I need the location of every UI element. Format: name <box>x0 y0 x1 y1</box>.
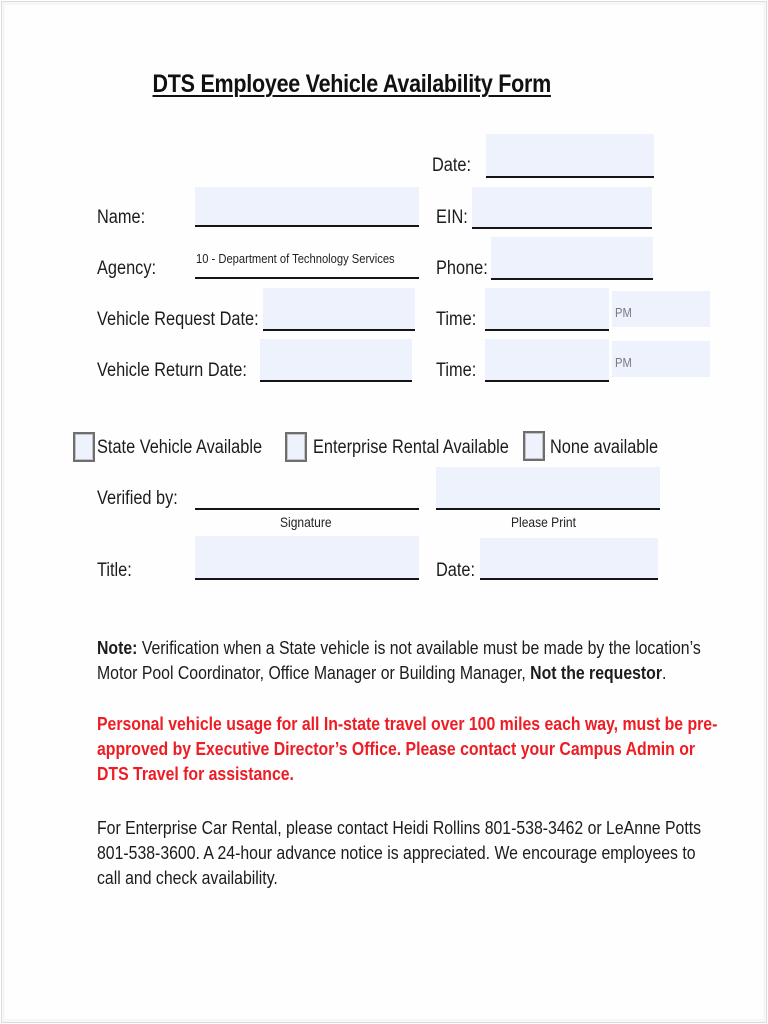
return-date-label: Vehicle Return Date: <box>97 360 247 381</box>
verify-date-label: Date: <box>436 560 476 581</box>
ein-label: EIN: <box>436 207 468 228</box>
verified-by-label: Verified by: <box>97 488 178 509</box>
return-time-field[interactable] <box>485 339 609 380</box>
date-label: Date: <box>432 155 472 176</box>
phone-field[interactable] <box>491 237 653 278</box>
form-title: DTS Employee Vehicle Availability Form <box>152 70 552 98</box>
verify-date-field[interactable] <box>480 538 658 578</box>
state-vehicle-checkbox[interactable] <box>73 432 95 462</box>
name-label: Name: <box>97 207 146 228</box>
request-time-underline <box>485 329 609 331</box>
return-time-label: Time: <box>436 360 477 381</box>
name-field[interactable] <box>195 187 419 225</box>
note-emphasis: Not the requestor <box>530 662 663 683</box>
state-vehicle-label: State Vehicle Available <box>97 437 263 458</box>
personal-vehicle-warning: Personal vehicle usage for all In-state … <box>97 713 718 784</box>
agency-label: Agency: <box>97 258 157 279</box>
return-ampm-field[interactable]: PM <box>612 341 710 377</box>
return-date-underline <box>260 380 412 382</box>
request-ampm-field[interactable]: PM <box>612 291 710 327</box>
agency-underline <box>195 277 419 279</box>
enterprise-rental-label: Enterprise Rental Available <box>313 437 509 458</box>
request-date-label: Vehicle Request Date: <box>97 309 259 330</box>
request-date-underline <box>263 329 415 331</box>
request-time-label: Time: <box>436 309 477 330</box>
print-name-underline <box>436 508 660 510</box>
signature-caption: Signature <box>280 514 332 530</box>
none-available-checkbox[interactable] <box>523 431 545 461</box>
title-label: Title: <box>97 560 132 581</box>
return-time-underline <box>485 380 609 382</box>
request-time-field[interactable] <box>485 288 609 329</box>
request-date-field[interactable] <box>263 288 415 329</box>
verification-note: Note: Verification when a State vehicle … <box>97 635 721 685</box>
print-caption: Please Print <box>511 514 576 530</box>
enterprise-rental-checkbox[interactable] <box>285 432 307 462</box>
ein-field[interactable] <box>472 187 652 227</box>
verify-date-underline <box>480 578 658 580</box>
signature-field[interactable] <box>195 470 419 508</box>
agency-field[interactable]: 10 - Department of Technology Services <box>196 251 395 266</box>
note-suffix: . <box>662 662 667 683</box>
title-underline <box>195 578 419 580</box>
enterprise-contact-info: For Enterprise Car Rental, please contac… <box>97 817 702 888</box>
return-date-field[interactable] <box>260 339 412 380</box>
request-ampm-value: PM <box>615 305 632 320</box>
signature-underline <box>195 508 419 510</box>
note-prefix: Note: <box>97 637 138 658</box>
date-underline <box>486 176 654 178</box>
name-underline <box>195 225 419 227</box>
none-available-label: None available <box>550 437 659 458</box>
return-ampm-value: PM <box>615 355 632 370</box>
phone-label: Phone: <box>436 258 488 279</box>
title-field[interactable] <box>195 536 419 578</box>
phone-underline <box>491 278 653 280</box>
print-name-field[interactable] <box>436 467 660 508</box>
ein-underline <box>472 227 652 229</box>
date-field[interactable] <box>486 134 654 176</box>
